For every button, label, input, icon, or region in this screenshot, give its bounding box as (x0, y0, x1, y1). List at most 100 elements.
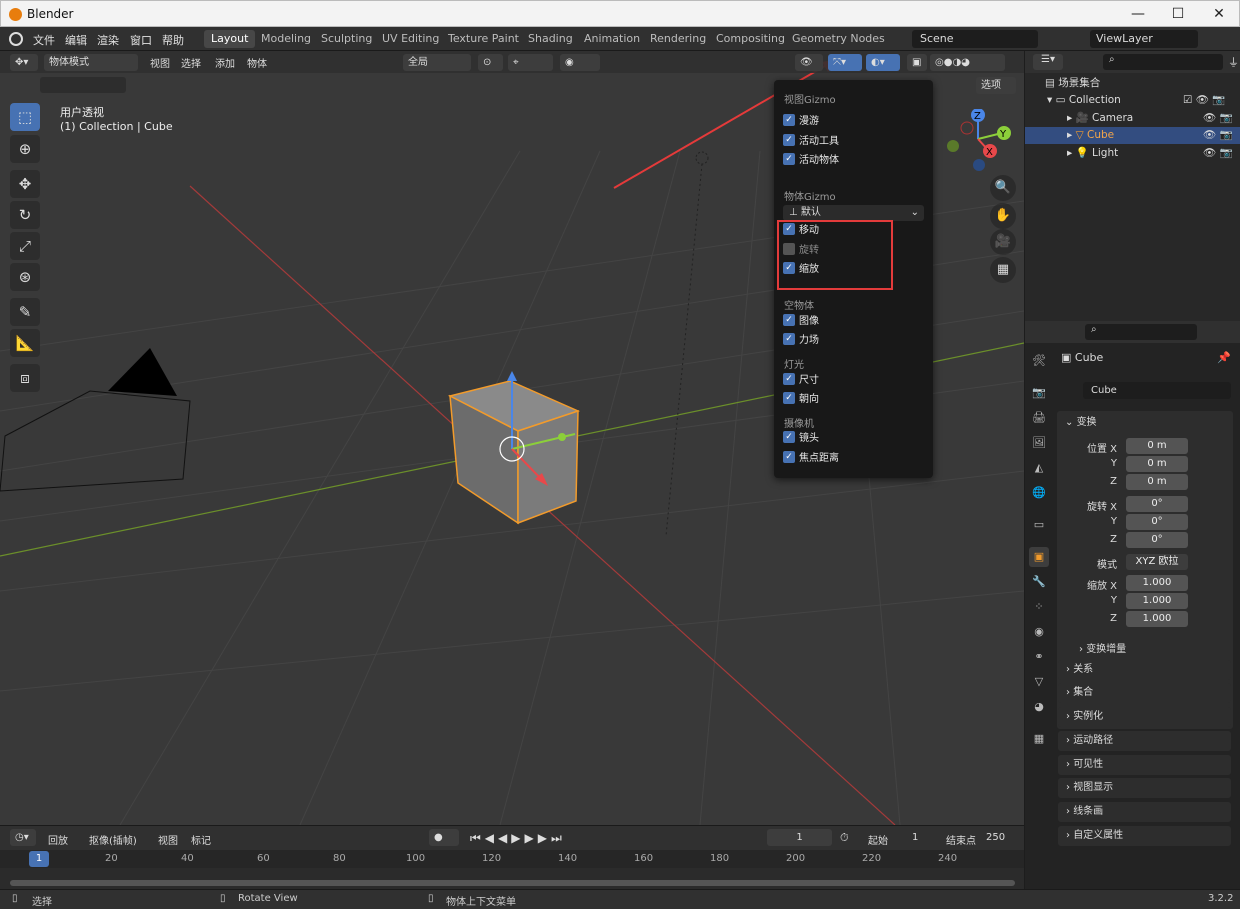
perspective-toggle-icon[interactable]: ▦ (990, 257, 1016, 283)
tool-tab-icon[interactable]: 🛠 (1029, 351, 1049, 371)
tab-animation[interactable]: Animation (577, 30, 647, 48)
outliner-row-camera[interactable]: ▸ 🎥 Camera 👁 📷 (1025, 110, 1240, 127)
output-tab-icon[interactable]: 🖨 (1029, 408, 1049, 428)
location-y-field[interactable]: 0 m (1126, 456, 1188, 472)
gizmo-active-tool-checkbox[interactable]: ✓ 活动工具 (783, 134, 839, 151)
scale-icon[interactable]: ⤢ (10, 232, 40, 260)
tab-geometry-nodes[interactable]: Geometry Nodes (785, 30, 892, 48)
timeline-editor-icon[interactable]: ◷▾ (10, 829, 36, 846)
gizmo-image-checkbox[interactable]: ✓ 图像 (783, 314, 819, 331)
menu-select[interactable]: 选择 (181, 55, 201, 70)
current-frame-field[interactable]: 1 (767, 829, 832, 846)
snap-toggle-icon[interactable]: ⌖ (508, 54, 553, 71)
viewport-display-panel[interactable]: › 视图显示 (1058, 778, 1231, 798)
outliner-row-light[interactable]: ▸ 💡 Light 👁 📷 (1025, 145, 1240, 162)
playhead[interactable]: 1 (29, 851, 49, 867)
tab-layout[interactable]: Layout (204, 30, 256, 48)
zoom-icon[interactable]: 🔍 (990, 175, 1016, 201)
custom-properties-panel[interactable]: › 自定义属性 (1058, 826, 1231, 846)
constraints-tab-icon[interactable]: ⚭ (1029, 647, 1049, 667)
gizmo-toggle-icon[interactable]: ⤧▾ (828, 54, 862, 71)
outliner-search-input[interactable]: ⌕ (1103, 54, 1223, 70)
line-art-panel[interactable]: › 线条画 (1058, 802, 1231, 822)
pivot-point-icon[interactable]: ⊙ (478, 54, 503, 71)
physics-tab-icon[interactable]: ◉ (1029, 622, 1049, 642)
scale-z-field[interactable]: 1.000 (1126, 611, 1188, 627)
visibility-icon[interactable]: 👁 (795, 54, 823, 71)
proportional-edit-icon[interactable]: ◉ (560, 54, 600, 71)
rotate-icon[interactable]: ↻ (10, 201, 40, 229)
menu-window[interactable]: 窗口 (130, 32, 152, 48)
overlays-icon[interactable]: ◐▾ (866, 54, 900, 71)
select-box-icon[interactable]: ⬚ (10, 103, 40, 131)
pin-icon[interactable]: 📌 (1217, 351, 1231, 364)
menu-view[interactable]: 视图 (150, 55, 170, 70)
collection-tab-icon[interactable]: ▭ (1029, 515, 1049, 535)
cube-visibility-icons[interactable]: 👁 📷 (1203, 127, 1233, 144)
minimize-button[interactable]: — (1118, 4, 1158, 24)
gizmo-light-size-checkbox[interactable]: ✓ 尺寸 (783, 373, 819, 390)
relations-panel[interactable]: › 关系 (1058, 660, 1231, 680)
collections-panel[interactable]: › 集合 (1058, 683, 1231, 703)
display-mode-icon[interactable]: ☰▾ (1033, 54, 1063, 70)
gizmo-active-object-checkbox[interactable]: ✓ 活动物体 (783, 153, 839, 170)
move-icon[interactable]: ✥ (10, 170, 40, 198)
shading-mode-icons[interactable]: ◎●◑◕ (930, 54, 1005, 71)
timeline-ruler[interactable]: 1 20 40 60 80 100 120 140 160 180 200 22… (0, 850, 1024, 868)
tab-shading[interactable]: Shading (521, 30, 580, 48)
maximize-button[interactable]: ☐ (1158, 4, 1198, 24)
collection-row[interactable]: ▾ ▭ Collection ☑ 👁 📷 (1025, 92, 1240, 109)
data-tab-icon[interactable]: ▽ (1029, 672, 1049, 692)
annotate-icon[interactable]: ✎ (10, 298, 40, 326)
gizmo-force-field-checkbox[interactable]: ✓ 力场 (783, 333, 819, 350)
measure-icon[interactable]: 📐 (10, 329, 40, 357)
texture-tab-icon[interactable]: ▦ (1029, 729, 1049, 749)
gizmo-light-direction-checkbox[interactable]: ✓ 朝向 (783, 392, 819, 409)
camera-visibility-icons[interactable]: 👁 📷 (1203, 110, 1233, 127)
menu-help[interactable]: 帮助 (162, 32, 184, 48)
mode-selector[interactable]: 物体模式 (44, 54, 138, 71)
tab-texture-paint[interactable]: Texture Paint (441, 30, 526, 48)
render-tab-icon[interactable]: 📷 (1029, 383, 1049, 403)
tab-sculpting[interactable]: Sculpting (314, 30, 379, 48)
xray-icon[interactable]: ▣ (907, 54, 927, 71)
menu-render[interactable]: 渲染 (97, 32, 119, 48)
editor-type-button[interactable]: ✥▾ (10, 54, 38, 71)
scene-collection-row[interactable]: ▤ 场景集合 (1025, 75, 1240, 92)
timeline-view-menu[interactable]: 视图 (158, 832, 178, 847)
select-mode-icons[interactable] (40, 77, 126, 93)
object-name-field[interactable]: Cube (1083, 382, 1231, 399)
transform-orientation-selector[interactable]: 全局 (403, 54, 471, 71)
record-icon[interactable]: ● (429, 829, 459, 846)
gizmo-orientation-select[interactable]: ⊥ 默认 ⌄ (783, 205, 924, 221)
transform-icon[interactable]: ⊛ (10, 263, 40, 291)
marker-menu[interactable]: 标记 (191, 832, 211, 847)
scene-selector[interactable]: Scene (912, 30, 1038, 48)
view-layer-tab-icon[interactable]: 🖼 (1029, 433, 1049, 453)
timeline-scrollbar[interactable] (10, 880, 1015, 886)
gizmo-navigate-checkbox[interactable]: ✓ 漫游 (783, 114, 819, 131)
material-tab-icon[interactable]: ◕ (1029, 697, 1049, 717)
playback-controls[interactable]: ⏮◀◀▶▶▶⏭ (470, 831, 566, 846)
menu-file[interactable]: 文件 (33, 32, 55, 48)
visibility-panel[interactable]: › 可见性 (1058, 755, 1231, 775)
add-cube-icon[interactable]: ⧈ (10, 364, 40, 392)
particles-tab-icon[interactable]: ⁘ (1029, 597, 1049, 617)
rotation-y-field[interactable]: 0° (1126, 514, 1188, 530)
menu-add[interactable]: 添加 (215, 55, 235, 70)
filter-icon[interactable]: ⏚ (1228, 54, 1239, 70)
options-button[interactable]: 选项 (976, 77, 1016, 94)
tab-rendering[interactable]: Rendering (643, 30, 713, 48)
location-z-field[interactable]: 0 m (1126, 474, 1188, 490)
world-tab-icon[interactable]: 🌐 (1029, 483, 1049, 503)
transform-panel-title[interactable]: ⌄ 变换 (1065, 413, 1097, 428)
tab-modeling[interactable]: Modeling (254, 30, 318, 48)
view-layer-selector[interactable]: ViewLayer (1090, 30, 1198, 48)
gizmo-lens-checkbox[interactable]: ✓ 镜头 (783, 431, 819, 448)
collection-visibility-icons[interactable]: ☑ 👁 📷 (1183, 92, 1226, 109)
light-object[interactable] (695, 151, 709, 165)
cursor-icon[interactable]: ⊕ (10, 135, 40, 163)
motion-paths-panel[interactable]: › 运动路径 (1058, 731, 1231, 751)
rotation-mode-select[interactable]: XYZ 欧拉 (1126, 554, 1188, 570)
properties-search-input[interactable]: ⌕ (1085, 324, 1197, 340)
